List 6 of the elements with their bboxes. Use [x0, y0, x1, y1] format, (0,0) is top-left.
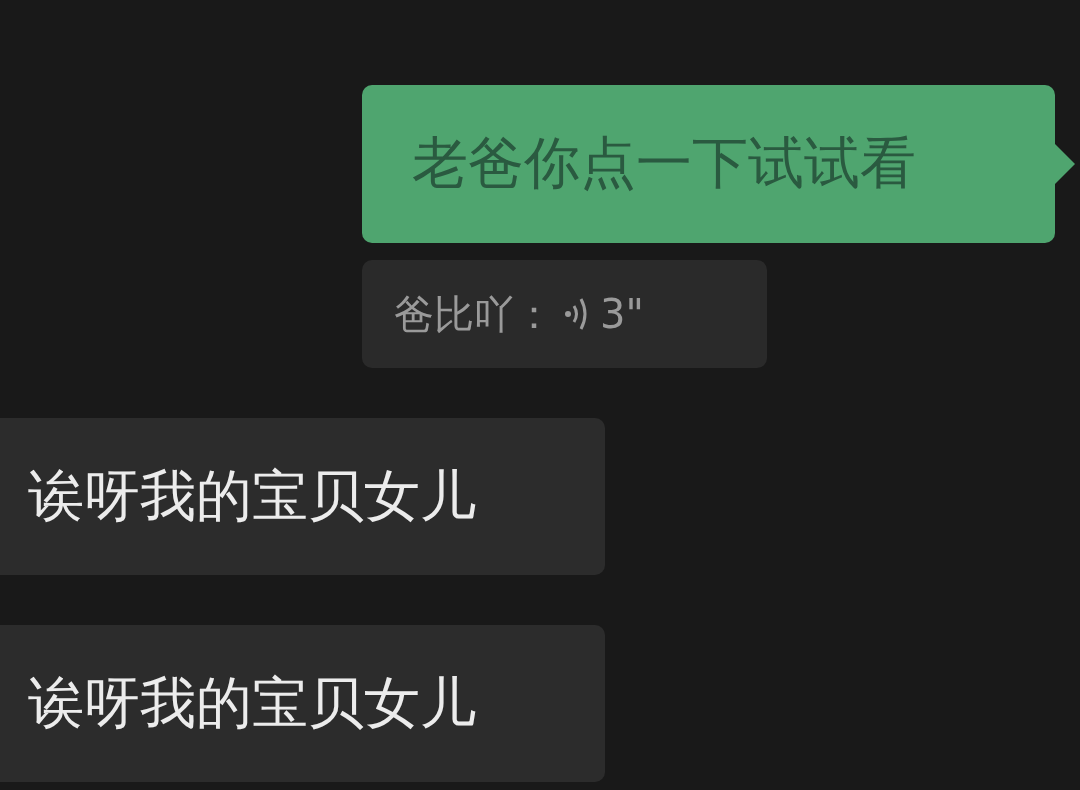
voice-duration: 3": [600, 291, 644, 337]
quote-sender: 爸比吖：: [394, 289, 554, 339]
message-bubble[interactable]: 诶呀我的宝贝女儿: [0, 625, 605, 782]
quoted-message[interactable]: 爸比吖： 3": [362, 260, 767, 368]
message-bubble[interactable]: 诶呀我的宝贝女儿: [0, 418, 605, 575]
bubble-tail-icon: [1055, 144, 1075, 184]
